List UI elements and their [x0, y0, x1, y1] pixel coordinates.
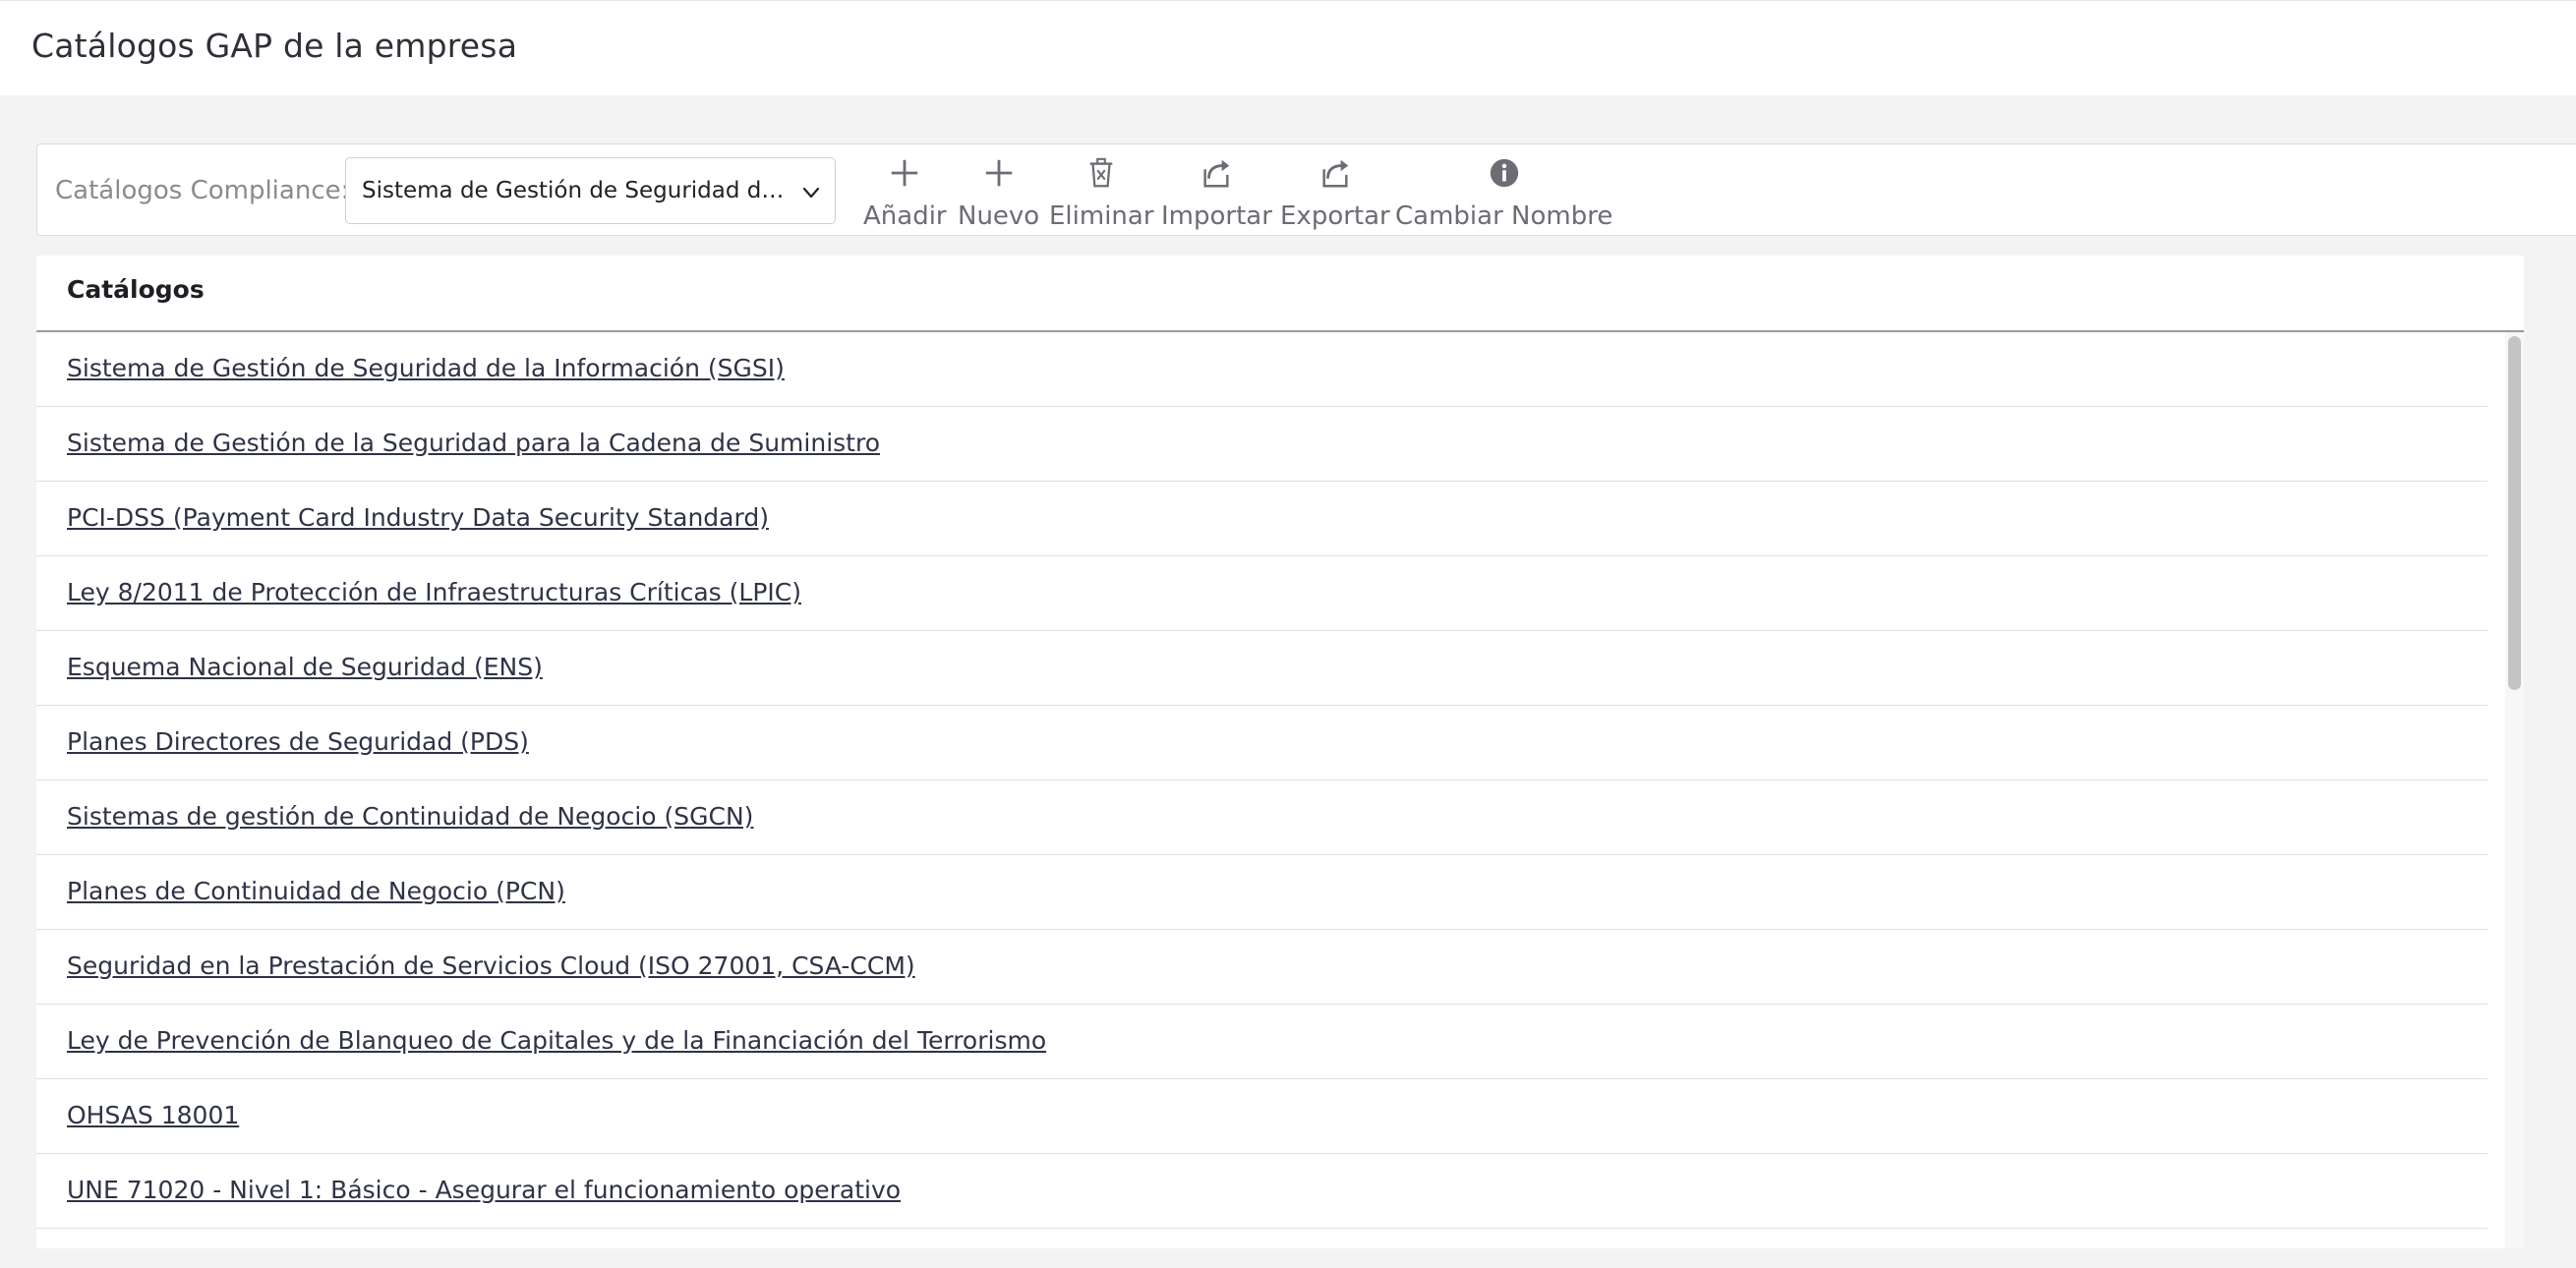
chevron-down-icon [802, 187, 820, 199]
catalog-link[interactable]: UNE 71020 - Nivel 1: Básico - Asegurar e… [67, 1176, 901, 1204]
share-arrow-icon [1203, 159, 1230, 188]
page-header: Catálogos GAP de la empresa [0, 0, 2576, 95]
trash-icon [1089, 157, 1113, 188]
catalog-select[interactable]: Sistema de Gestión de Seguridad de la In… [345, 157, 836, 224]
list-item: Sistema de Gestión de la Seguridad para … [36, 407, 2488, 482]
delete-button-label: Eliminar [1049, 202, 1154, 231]
list-item: Esquema Nacional de Seguridad (ENS) [36, 631, 2488, 706]
catalog-link[interactable]: Sistema de Gestión de la Seguridad para … [67, 429, 880, 457]
new-button[interactable]: Nuevo [958, 152, 1039, 231]
catalog-select-label: Catálogos Compliance: [55, 176, 350, 205]
catalog-link[interactable]: Sistema de Gestión de Seguridad de la In… [67, 354, 785, 382]
catalog-list-header: Catálogos [36, 256, 2524, 332]
catalog-link[interactable]: Ley 8/2011 de Protección de Infraestruct… [67, 578, 801, 606]
list-item: UNE 71020 - Nivel 1: Básico - Asegurar e… [36, 1154, 2488, 1229]
catalog-link[interactable]: Planes de Continuidad de Negocio (PCN) [67, 877, 565, 905]
toolbar: Catálogos Compliance: Sistema de Gestión… [36, 144, 2576, 236]
list-item: Seguridad en la Prestación de Servicios … [36, 930, 2488, 1005]
catalog-link[interactable]: Planes Directores de Seguridad (PDS) [67, 727, 529, 756]
add-button-label: Añadir [863, 202, 947, 231]
info-icon [1490, 158, 1518, 188]
rename-button-label: Cambiar Nombre [1395, 202, 1613, 231]
rename-button[interactable]: Cambiar Nombre [1395, 152, 1612, 231]
list-item: OHSAS 18001 [36, 1079, 2488, 1154]
list-item: Planes Directores de Seguridad (PDS) [36, 706, 2488, 780]
catalog-link[interactable]: Sistemas de gestión de Continuidad de Ne… [67, 802, 753, 831]
scrollbar-thumb[interactable] [2508, 336, 2521, 690]
import-button-label: Importar [1161, 202, 1272, 231]
page-title: Catálogos GAP de la empresa [31, 27, 518, 65]
export-button-label: Exportar [1280, 202, 1390, 231]
list-item: Planes de Continuidad de Negocio (PCN) [36, 855, 2488, 930]
catalog-link[interactable]: Seguridad en la Prestación de Servicios … [67, 951, 915, 980]
catalog-select-value: Sistema de Gestión de Seguridad de la In… [362, 178, 794, 203]
export-button[interactable]: Exportar [1280, 152, 1390, 231]
catalog-list-panel: Catálogos Sistema de Gestión de Segurida… [36, 256, 2524, 1248]
catalog-link[interactable]: Ley de Prevención de Blanqueo de Capital… [67, 1026, 1046, 1055]
plus-icon [892, 159, 918, 187]
share-arrow-icon [1322, 159, 1349, 188]
delete-button[interactable]: Eliminar [1049, 152, 1154, 231]
catalog-list: Sistema de Gestión de Seguridad de la In… [36, 332, 2488, 1229]
catalog-link[interactable]: PCI-DSS (Payment Card Industry Data Secu… [67, 503, 769, 532]
add-button[interactable]: Añadir [863, 152, 947, 231]
import-button[interactable]: Importar [1161, 152, 1272, 231]
catalog-link[interactable]: OHSAS 18001 [67, 1101, 239, 1129]
catalog-list-title: Catálogos [67, 275, 205, 304]
list-item: Sistemas de gestión de Continuidad de Ne… [36, 780, 2488, 855]
new-button-label: Nuevo [958, 202, 1040, 231]
plus-icon [985, 159, 1012, 187]
list-item: Ley 8/2011 de Protección de Infraestruct… [36, 556, 2488, 631]
list-item: PCI-DSS (Payment Card Industry Data Secu… [36, 482, 2488, 556]
list-item: Ley de Prevención de Blanqueo de Capital… [36, 1005, 2488, 1079]
list-item: Sistema de Gestión de Seguridad de la In… [36, 332, 2488, 407]
catalog-link[interactable]: Esquema Nacional de Seguridad (ENS) [67, 653, 543, 681]
